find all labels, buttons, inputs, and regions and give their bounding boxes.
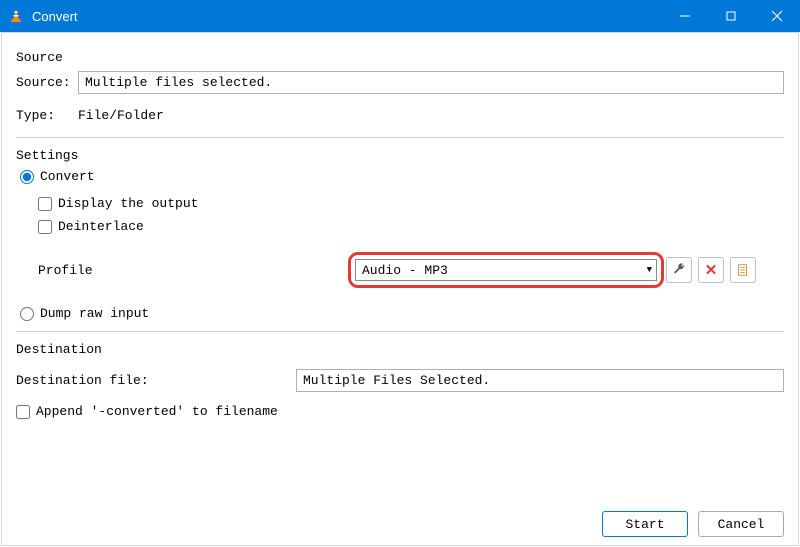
deinterlace-row[interactable]: Deinterlace — [38, 219, 784, 234]
minimize-button[interactable] — [662, 0, 708, 32]
source-section-label: Source — [16, 50, 784, 65]
dump-raw-radio[interactable] — [20, 307, 34, 321]
deinterlace-checkbox[interactable] — [38, 220, 52, 234]
append-converted-checkbox[interactable] — [16, 405, 30, 419]
source-label: Source: — [16, 75, 78, 90]
profile-select[interactable]: Audio - MP3 ▼ — [355, 259, 657, 281]
convert-radio[interactable] — [20, 170, 34, 184]
source-field[interactable]: Multiple files selected. — [78, 71, 784, 94]
destination-file-field[interactable]: Multiple Files Selected. — [296, 369, 784, 392]
append-converted-label: Append '-converted' to filename — [36, 404, 278, 419]
profile-highlight: Audio - MP3 ▼ — [348, 252, 664, 288]
type-label: Type: — [16, 108, 78, 123]
settings-section-label: Settings — [16, 148, 784, 163]
divider — [16, 137, 784, 138]
display-output-row[interactable]: Display the output — [38, 196, 784, 211]
type-value: File/Folder — [78, 108, 164, 123]
display-output-label: Display the output — [58, 196, 198, 211]
x-icon: ✕ — [705, 261, 718, 279]
display-output-checkbox[interactable] — [38, 197, 52, 211]
convert-radio-label: Convert — [40, 169, 95, 184]
window-controls — [662, 0, 800, 32]
deinterlace-label: Deinterlace — [58, 219, 144, 234]
cancel-button[interactable]: Cancel — [698, 511, 784, 537]
destination-file-label: Destination file: — [16, 373, 296, 388]
button-bar: Start Cancel — [602, 511, 784, 537]
convert-radio-row[interactable]: Convert — [20, 169, 784, 184]
profile-select-value: Audio - MP3 — [362, 263, 448, 278]
append-converted-row[interactable]: Append '-converted' to filename — [16, 404, 784, 419]
wrench-icon — [672, 263, 686, 277]
vlc-cone-icon — [8, 8, 24, 24]
start-button[interactable]: Start — [602, 511, 688, 537]
delete-profile-button[interactable]: ✕ — [698, 257, 724, 283]
edit-profile-button[interactable] — [666, 257, 692, 283]
titlebar: Convert — [0, 0, 800, 32]
close-button[interactable] — [754, 0, 800, 32]
dump-raw-radio-row[interactable]: Dump raw input — [20, 306, 784, 321]
new-profile-button[interactable] — [730, 257, 756, 283]
divider-2 — [16, 331, 784, 332]
profile-label: Profile — [38, 263, 348, 278]
window-title: Convert — [32, 9, 662, 24]
destination-section-label: Destination — [16, 342, 784, 357]
chevron-down-icon: ▼ — [647, 265, 652, 275]
new-document-icon — [736, 263, 750, 277]
maximize-button[interactable] — [708, 0, 754, 32]
dump-raw-label: Dump raw input — [40, 306, 149, 321]
